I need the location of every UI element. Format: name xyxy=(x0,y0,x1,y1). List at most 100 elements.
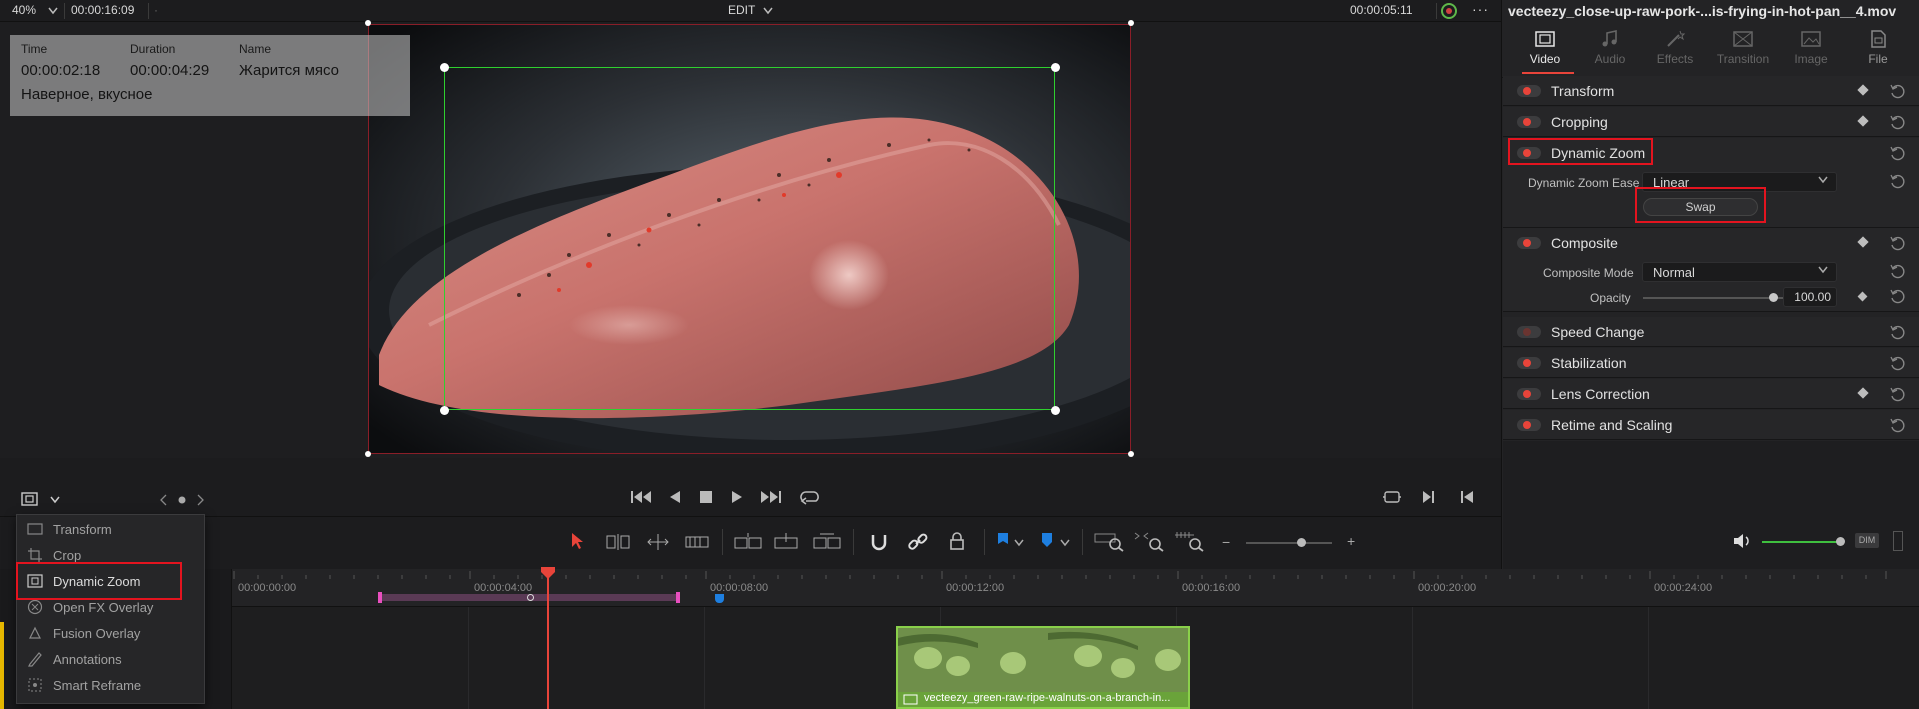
play-icon[interactable] xyxy=(730,489,744,505)
tab-video[interactable]: Video xyxy=(1514,30,1576,74)
reset-icon[interactable] xyxy=(1889,417,1905,433)
loop-icon[interactable] xyxy=(798,489,820,505)
reset-icon[interactable] xyxy=(1889,83,1905,99)
match-frame-icon[interactable] xyxy=(1382,490,1402,504)
timeline-ruler[interactable]: 00:00:00:00 00:00:04:00 00:00:08:00 00:0… xyxy=(232,569,1919,607)
volume-thumb[interactable] xyxy=(1836,537,1845,546)
zoom-full-icon[interactable] xyxy=(1094,530,1124,552)
reset-icon[interactable] xyxy=(1889,173,1905,189)
ruler-blue-marker[interactable] xyxy=(715,594,724,603)
chevron-down-icon[interactable] xyxy=(1060,539,1070,547)
more-icon[interactable]: · xyxy=(154,3,158,17)
overwrite-clip-icon[interactable] xyxy=(773,532,801,552)
enable-toggle[interactable] xyxy=(1517,357,1541,369)
timeline-zoom-thumb[interactable] xyxy=(1297,538,1306,547)
timeline-zoom-slider[interactable] xyxy=(1246,542,1332,544)
selection-arrow-icon[interactable] xyxy=(570,532,584,550)
speaker-icon[interactable] xyxy=(1732,532,1752,550)
enable-toggle[interactable] xyxy=(1517,326,1541,338)
reset-icon[interactable] xyxy=(1889,235,1905,251)
tab-file[interactable]: File xyxy=(1847,30,1909,74)
opacity-slider-thumb[interactable] xyxy=(1769,293,1778,302)
section-retime-scaling[interactable]: Retime and Scaling xyxy=(1503,410,1919,440)
chevron-down-icon[interactable] xyxy=(48,7,58,15)
enable-toggle[interactable] xyxy=(1517,116,1541,128)
replace-clip-icon[interactable] xyxy=(812,532,842,552)
reset-icon[interactable] xyxy=(1889,145,1905,161)
section-cropping[interactable]: Cropping xyxy=(1503,107,1919,137)
frame-handle[interactable] xyxy=(1128,20,1134,26)
section-transform[interactable]: Transform xyxy=(1503,76,1919,106)
snapping-icon[interactable] xyxy=(868,532,890,552)
reset-icon[interactable] xyxy=(1889,263,1905,279)
prev-edit-icon[interactable] xyxy=(1460,489,1474,505)
skip-to-start-icon[interactable] xyxy=(630,489,652,505)
marker-icon[interactable] xyxy=(1040,532,1054,550)
audio-meter-icon[interactable] xyxy=(1893,531,1903,551)
section-stabilization[interactable]: Stabilization xyxy=(1503,348,1919,378)
menu-item-fusion-overlay[interactable]: Fusion Overlay xyxy=(17,620,204,646)
zoom-handle[interactable] xyxy=(1051,406,1060,415)
section-composite[interactable]: Composite Composite Mode Normal Opacity … xyxy=(1503,228,1919,312)
keyframe-icon[interactable] xyxy=(1857,84,1869,96)
zoom-handle[interactable] xyxy=(440,63,449,72)
timeline-clip[interactable]: vecteezy_green-raw-ripe-walnuts-on-a-bra… xyxy=(896,626,1190,709)
ruler-range-midpoint[interactable] xyxy=(527,594,534,601)
tab-audio[interactable]: Audio xyxy=(1579,30,1641,74)
chevron-down-icon[interactable] xyxy=(763,7,773,15)
zoom-in-icon[interactable]: + xyxy=(1347,533,1355,549)
frame-handle[interactable] xyxy=(365,20,371,26)
zoom-custom-icon[interactable] xyxy=(1174,530,1204,552)
keyframe-icon[interactable] xyxy=(1857,387,1869,399)
options-icon[interactable]: ··· xyxy=(1472,1,1489,17)
playhead-line[interactable] xyxy=(547,578,549,709)
zoom-handle[interactable] xyxy=(1051,63,1060,72)
chevron-down-icon[interactable] xyxy=(1014,539,1024,547)
zoom-level[interactable]: 40% xyxy=(12,3,36,17)
enable-toggle[interactable] xyxy=(1517,85,1541,97)
reset-icon[interactable] xyxy=(1889,114,1905,130)
menu-item-smart-reframe[interactable]: Smart Reframe xyxy=(17,672,204,698)
tab-effects[interactable]: Effects xyxy=(1644,30,1706,74)
dynamic-zoom-mode-icon[interactable] xyxy=(20,490,40,508)
reset-icon[interactable] xyxy=(1889,355,1905,371)
next-edit-icon[interactable] xyxy=(1422,489,1436,505)
chevron-down-icon[interactable] xyxy=(50,496,60,504)
trim-edit-icon[interactable] xyxy=(603,533,633,551)
zoom-detail-icon[interactable] xyxy=(1134,530,1164,552)
color-wheel-icon[interactable] xyxy=(1440,2,1458,20)
enable-toggle[interactable] xyxy=(1517,237,1541,249)
section-lens-correction[interactable]: Lens Correction xyxy=(1503,379,1919,409)
enable-toggle[interactable] xyxy=(1517,419,1541,431)
opacity-slider-track[interactable] xyxy=(1643,297,1788,299)
dynamic-trim-icon[interactable] xyxy=(643,533,673,551)
keyframe-icon[interactable] xyxy=(1857,236,1869,248)
menu-item-transform[interactable]: Transform xyxy=(17,516,204,542)
ruler-in-marker[interactable] xyxy=(378,592,382,603)
frame-handle[interactable] xyxy=(1128,451,1134,457)
keyframe-icon[interactable] xyxy=(1857,291,1868,302)
blade-icon[interactable] xyxy=(684,533,710,551)
skip-to-end-icon[interactable] xyxy=(760,489,782,505)
page-mode[interactable]: EDIT xyxy=(728,3,755,17)
reset-icon[interactable] xyxy=(1889,288,1905,304)
opacity-field[interactable]: 100.00 xyxy=(1783,287,1837,307)
lock-icon[interactable] xyxy=(948,531,966,551)
frame-nav-icon[interactable] xyxy=(160,494,204,506)
zoom-end-rectangle[interactable] xyxy=(444,67,1055,410)
keyframe-icon[interactable] xyxy=(1857,115,1869,127)
composite-mode-dropdown[interactable]: Normal xyxy=(1642,262,1837,282)
tab-image[interactable]: Image xyxy=(1780,30,1842,74)
volume-slider[interactable] xyxy=(1762,541,1840,543)
enable-toggle[interactable] xyxy=(1517,388,1541,400)
flag-icon[interactable] xyxy=(996,532,1010,550)
section-speed-change[interactable]: Speed Change xyxy=(1503,317,1919,347)
ruler-out-marker[interactable] xyxy=(676,592,680,603)
play-reverse-icon[interactable] xyxy=(668,489,682,505)
reset-icon[interactable] xyxy=(1889,386,1905,402)
zoom-handle[interactable] xyxy=(440,406,449,415)
frame-handle[interactable] xyxy=(365,451,371,457)
tab-transition[interactable]: Transition xyxy=(1712,30,1774,74)
insert-clip-icon[interactable] xyxy=(733,532,763,552)
reset-icon[interactable] xyxy=(1889,324,1905,340)
